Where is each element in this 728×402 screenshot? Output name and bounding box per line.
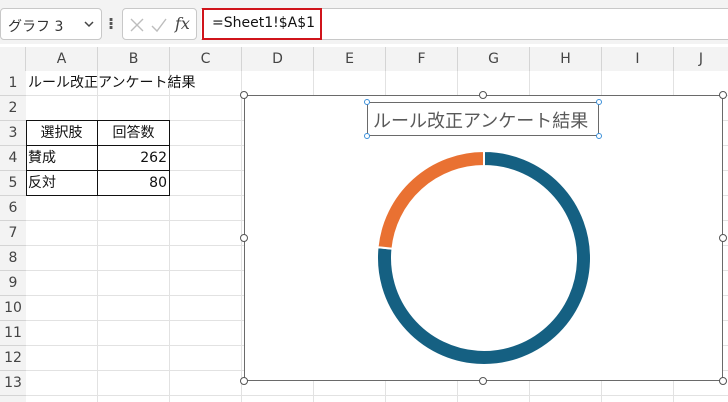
resize-handle-left[interactable] <box>240 234 248 242</box>
title-handle-top-right[interactable] <box>596 99 602 105</box>
row-header-13[interactable]: 13 <box>0 371 26 396</box>
row-header-6[interactable]: 6 <box>0 196 26 221</box>
row-header-1[interactable]: 1 <box>0 71 26 96</box>
column-header-i[interactable]: I <box>602 47 674 71</box>
enter-check-icon[interactable] <box>151 17 167 33</box>
more-options-icon[interactable]: ⁝ <box>108 14 114 33</box>
cancel-icon[interactable] <box>129 17 145 33</box>
name-box-value: グラフ 3 <box>8 19 64 35</box>
row-header-7[interactable]: 7 <box>0 221 26 246</box>
row-header-10[interactable]: 10 <box>0 296 26 321</box>
row-header-11[interactable]: 11 <box>0 321 26 346</box>
resize-handle-top-left[interactable] <box>240 91 248 99</box>
column-header-c[interactable]: C <box>170 47 242 71</box>
chart-title-text: ルール改正アンケート結果 <box>373 111 589 132</box>
row-header-4[interactable]: 4 <box>0 146 26 171</box>
cell-a3[interactable]: 選択肢 <box>26 121 97 145</box>
formula-text: =Sheet1!$A$1 <box>212 15 316 31</box>
resize-handle-bottom[interactable] <box>479 377 487 385</box>
column-headers: A B C D E F G H I J <box>0 47 728 71</box>
formula-highlight[interactable]: =Sheet1!$A$1 <box>202 8 322 40</box>
title-handle-top-left[interactable] <box>364 99 370 105</box>
resize-handle-bottom-left[interactable] <box>240 377 248 385</box>
cell-a4[interactable]: 賛成 <box>28 146 56 170</box>
row-header-9[interactable]: 9 <box>0 271 26 296</box>
column-header-a[interactable]: A <box>26 47 98 71</box>
row-headers: 1 2 3 4 5 6 7 8 9 10 11 12 13 <box>0 71 26 402</box>
row-header-8[interactable]: 8 <box>0 246 26 271</box>
doughnut-chart[interactable] <box>244 95 723 381</box>
resize-handle-top[interactable] <box>479 91 487 99</box>
title-handle-bottom-right[interactable] <box>596 133 602 139</box>
cell-b4[interactable]: 262 <box>98 146 167 170</box>
column-header-g[interactable]: G <box>458 47 530 71</box>
name-box[interactable]: グラフ 3 <box>0 8 102 40</box>
chevron-down-icon[interactable] <box>83 18 95 30</box>
title-handle-bottom-left[interactable] <box>364 133 370 139</box>
resize-handle-bottom-right[interactable] <box>719 377 727 385</box>
insert-function-icon[interactable]: fx <box>175 14 190 33</box>
doughnut-slice-反対[interactable] <box>376 149 485 250</box>
resize-handle-top-right[interactable] <box>719 91 727 99</box>
column-header-b[interactable]: B <box>98 47 170 71</box>
column-header-h[interactable]: H <box>530 47 602 71</box>
doughnut-plot <box>376 149 592 366</box>
row-header-12[interactable]: 12 <box>0 346 26 371</box>
cell-b3[interactable]: 回答数 <box>98 121 169 145</box>
select-all-corner[interactable] <box>0 47 26 71</box>
row-header-5[interactable]: 5 <box>0 171 26 196</box>
column-header-d[interactable]: D <box>242 47 314 71</box>
formula-bar-area: グラフ 3 ⁝ fx =Sheet1!$A$1 <box>0 0 728 44</box>
cell-b5[interactable]: 80 <box>98 171 167 195</box>
row-header-2[interactable]: 2 <box>0 96 26 121</box>
gridline <box>26 395 728 396</box>
column-header-f[interactable]: F <box>386 47 458 71</box>
resize-handle-right[interactable] <box>719 234 727 242</box>
chart-title[interactable]: ルール改正アンケート結果 <box>367 102 599 136</box>
cell-a1[interactable]: ルール改正アンケート結果 <box>28 71 195 95</box>
cell-a5[interactable]: 反対 <box>28 171 56 195</box>
column-header-e[interactable]: E <box>314 47 386 71</box>
formula-buttons: fx <box>122 8 197 40</box>
row-header-3[interactable]: 3 <box>0 121 26 146</box>
column-header-j[interactable]: J <box>674 47 728 71</box>
